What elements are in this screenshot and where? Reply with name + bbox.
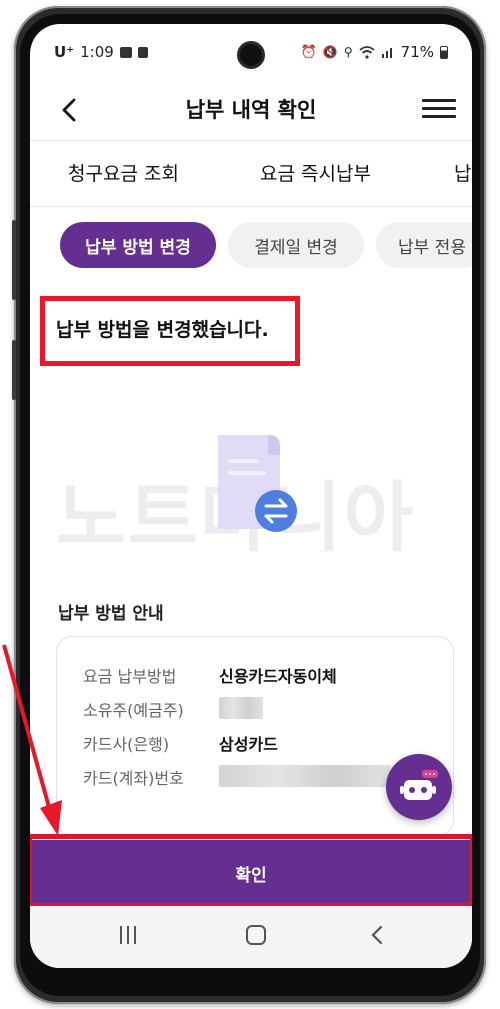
tab-payment-more[interactable]: 납 — [454, 159, 471, 186]
system-nav-bar — [30, 906, 472, 968]
info-label: 요금 납부방법 — [83, 667, 177, 686]
hamburger-icon — [422, 99, 456, 102]
recents-line — [134, 926, 136, 944]
hamburger-line — [422, 107, 456, 110]
chip-payment-dedicated[interactable]: 납부 전용 — [376, 222, 472, 268]
top-tabs: 청구요금 조회 요금 즉시납부 납 — [30, 140, 472, 206]
screen: U⁺ 1:09 ⏰ 🔇 ⚲ 71% 납부 내역 확인 청구요금 조회 요금 즉시… — [30, 24, 472, 968]
recents-icon — [120, 926, 122, 944]
carrier-label: U⁺ — [54, 43, 75, 61]
volume-button — [12, 220, 16, 300]
page-title: 납부 내역 확인 — [185, 98, 317, 122]
chatbot-button[interactable] — [386, 754, 452, 820]
tab-bill-inquiry[interactable]: 청구요금 조회 — [68, 159, 179, 186]
highlight-box-confirm — [30, 834, 472, 908]
hamburger-line — [422, 115, 456, 118]
chevron-left-icon — [371, 925, 383, 945]
gallery-icon — [119, 46, 132, 58]
info-value: 삼성카드 — [219, 735, 278, 754]
info-label: 소유주(예금주) — [83, 701, 184, 720]
alarm-icon: ⏰ — [300, 44, 317, 60]
tab-instant-payment[interactable]: 요금 즉시납부 — [260, 159, 371, 186]
tabs-divider — [30, 206, 472, 207]
front-camera — [237, 41, 265, 69]
info-label: 카드(계좌)번호 — [83, 769, 184, 788]
clock: 1:09 — [80, 43, 114, 61]
header: 납부 내역 확인 — [30, 80, 472, 140]
success-message: 납부 방법을 변경했습니다. — [56, 319, 269, 341]
chip-change-billing-date[interactable]: 결제일 변경 — [228, 222, 364, 268]
info-value: 신용카드자동이체 — [219, 667, 337, 686]
menu-button[interactable] — [422, 94, 456, 126]
wifi-icon — [359, 45, 375, 59]
chip-change-payment-method[interactable]: 납부 방법 변경 — [60, 222, 216, 268]
battery-icon — [440, 45, 448, 59]
recents-button[interactable] — [120, 926, 141, 948]
redacted-card-number — [219, 765, 391, 787]
section-title: 납부 방법 안내 — [58, 604, 164, 624]
info-row-card-number: 카드(계좌)번호 — [83, 765, 391, 789]
location-icon: ⚲ — [343, 45, 353, 59]
info-row-method: 요금 납부방법 신용카드자동이체 — [83, 663, 337, 687]
redacted-owner — [219, 697, 263, 719]
info-label: 카드사(은행) — [83, 735, 170, 754]
info-row-owner: 소유주(예금주) — [83, 697, 263, 721]
bixby-button — [12, 340, 16, 400]
notification-icon — [137, 46, 148, 58]
home-button[interactable] — [246, 925, 266, 945]
battery-label: 71% — [400, 43, 434, 61]
payment-change-illustration — [218, 435, 297, 532]
signal-icon — [381, 48, 392, 58]
nav-back-button[interactable] — [368, 922, 386, 952]
mute-icon: 🔇 — [322, 45, 338, 59]
recents-line — [127, 926, 129, 944]
info-row-card-company: 카드사(은행) 삼성카드 — [83, 731, 278, 755]
robot-icon — [400, 770, 438, 800]
